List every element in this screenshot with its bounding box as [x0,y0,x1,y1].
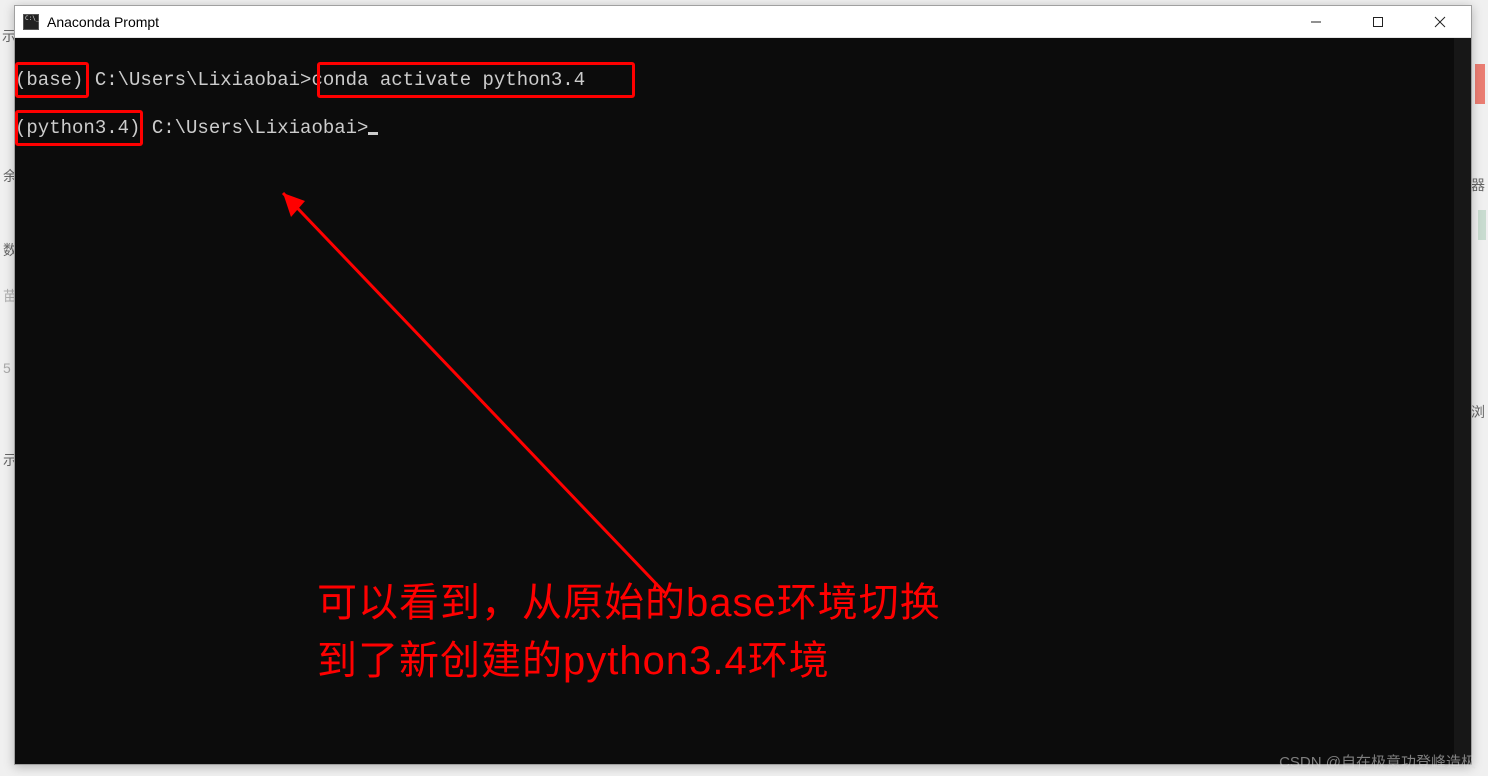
command-text: conda activate python3.4 [311,69,585,91]
close-button[interactable] [1409,6,1471,37]
annotation-text: 可以看到，从原始的base环境切换 到了新创建的python3.4环境 [317,574,941,690]
terminal-icon [23,14,39,30]
window-controls [1285,6,1471,37]
window-title: Anaconda Prompt [47,14,1285,30]
terminal-line-2: (python3.4) C:\Users\Lixiaobai> [15,116,585,140]
close-icon [1434,16,1446,28]
annotation-text-line2: 到了新创建的python3.4环境 [317,632,941,690]
env-python34: (python3.4) [15,117,140,139]
annotation-arrow [255,183,685,613]
background-text: 5 [3,360,11,376]
blank-line [15,92,585,116]
cursor [368,132,378,135]
scrollbar[interactable] [1454,38,1471,764]
background-text: 器 [1471,175,1485,195]
titlebar[interactable]: Anaconda Prompt [15,6,1471,38]
annotation-text-line1: 可以看到，从原始的base环境切换 [317,574,941,632]
env-base: (base) [15,69,83,91]
maximize-button[interactable] [1347,6,1409,37]
maximize-icon [1372,16,1384,28]
minimize-button[interactable] [1285,6,1347,37]
minimize-icon [1310,16,1322,28]
background-strip [1475,64,1485,104]
background-strip [1478,210,1486,240]
terminal-line-1: (base) C:\Users\Lixiaobai>conda activate… [15,68,585,92]
path-1: C:\Users\Lixiaobai> [83,69,311,91]
terminal-content: (base) C:\Users\Lixiaobai>conda activate… [15,68,585,140]
anaconda-prompt-window: Anaconda Prompt (base) C:\Users\Lixiaoba… [14,5,1472,765]
terminal-area[interactable]: (base) C:\Users\Lixiaobai>conda activate… [15,38,1471,764]
path-2: C:\Users\Lixiaobai> [140,117,368,139]
background-text: 浏 [1471,402,1485,422]
